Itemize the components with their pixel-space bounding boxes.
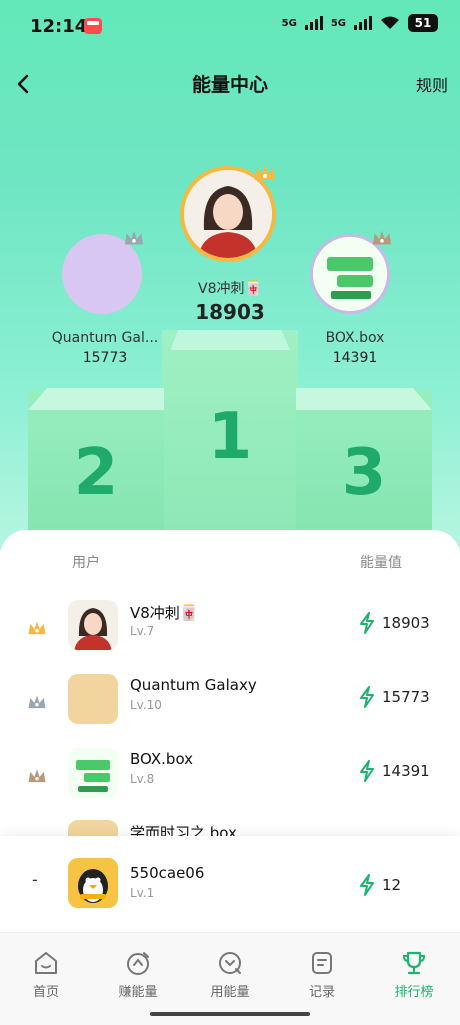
- rules-link[interactable]: 规则: [416, 72, 448, 96]
- nav-leaderboard-label: 排行榜: [394, 985, 434, 1000]
- penguin-avatar-icon: [68, 858, 118, 908]
- my-username: 550cae06: [130, 864, 205, 882]
- row-score: 15773: [382, 688, 430, 706]
- first-place-name: V8冲刺🀄: [198, 281, 262, 297]
- table-row[interactable]: Quantum Galaxy Lv.10 15773: [0, 670, 460, 740]
- trophy-icon: [402, 951, 426, 975]
- row-score: 18903: [382, 614, 430, 632]
- header: 能量中心 规则: [0, 56, 460, 112]
- column-header-user: 用户: [72, 555, 100, 571]
- nav-use-energy-label: 用能量: [210, 985, 250, 1000]
- row-username: Quantum Galaxy: [130, 676, 257, 694]
- battery-indicator: 51: [408, 14, 438, 32]
- podium-first-top: [170, 330, 290, 350]
- lightning-bolt-icon: [360, 760, 374, 782]
- gold-crown-icon: [28, 621, 46, 635]
- my-level: Lv.1: [130, 886, 155, 900]
- row-level: Lv.7: [130, 624, 155, 638]
- avatar: [68, 858, 118, 908]
- gold-crown-icon: [255, 165, 275, 180]
- bronze-crown-icon: [28, 769, 46, 783]
- bronze-crown-icon: [372, 230, 392, 245]
- status-time: 12:14: [30, 16, 88, 37]
- nav-leaderboard[interactable]: 排行榜: [368, 933, 460, 1025]
- lightning-bolt-icon: [360, 686, 374, 708]
- my-rank-row[interactable]: - 550cae06 Lv.1 12: [0, 836, 460, 932]
- home-indicator: [150, 1012, 310, 1016]
- lightning-bolt-icon: [360, 612, 374, 634]
- avatar: [68, 748, 118, 798]
- row-score: 14391: [382, 762, 430, 780]
- signal-bars-icon-2: [354, 16, 372, 30]
- earn-energy-icon: [127, 952, 149, 975]
- podium-third-top: [296, 388, 432, 410]
- second-place-score: 15773: [82, 350, 128, 366]
- podium-rank-3: 3: [341, 436, 387, 510]
- my-rank: -: [32, 870, 38, 889]
- back-arrow-icon[interactable]: [10, 70, 38, 98]
- my-score: 12: [382, 876, 402, 894]
- status-bar: 12:14 5G 5G 51: [0, 0, 460, 56]
- home-icon: [35, 952, 57, 974]
- sim2-label: 5G: [330, 17, 346, 29]
- avatar: [68, 600, 118, 650]
- third-place-score: 14391: [332, 350, 378, 366]
- lightning-bolt-icon: [360, 874, 374, 896]
- use-energy-icon: [219, 952, 241, 974]
- first-place-score: 18903: [195, 300, 265, 324]
- silver-crown-icon: [28, 695, 46, 709]
- nav-home[interactable]: 首页: [0, 933, 92, 1025]
- silver-crown-icon: [124, 230, 144, 245]
- podium-rank-1: 1: [207, 400, 253, 474]
- row-username: BOX.box: [130, 750, 194, 768]
- avatar: [68, 674, 118, 724]
- nav-record-label: 记录: [308, 985, 335, 1000]
- row-level: Lv.8: [130, 772, 155, 786]
- row-username: V8冲刺🀄: [130, 604, 199, 622]
- signal-bars-icon: [304, 16, 323, 30]
- second-place-name: Quantum Gal...: [51, 330, 159, 346]
- column-header-energy: 能量值: [360, 555, 402, 571]
- third-place-name: BOX.box: [325, 330, 385, 346]
- nav-home-label: 首页: [32, 985, 59, 1000]
- sim1-label: 5G: [281, 17, 297, 29]
- record-icon: [312, 952, 332, 974]
- nav-earn-energy-label: 赚能量: [118, 985, 158, 1000]
- podium-rank-2: 2: [73, 436, 119, 510]
- table-row[interactable]: V8冲刺🀄 Lv.7 18903: [0, 596, 460, 666]
- table-row[interactable]: BOX.box Lv.8 14391: [0, 744, 460, 814]
- podium-second-top: [28, 388, 164, 410]
- notification-icon: [84, 18, 102, 34]
- status-indicators: 5G 5G 51: [282, 14, 438, 32]
- wifi-icon: [381, 16, 399, 29]
- page-title: 能量中心: [191, 74, 268, 96]
- row-level: Lv.10: [130, 698, 162, 712]
